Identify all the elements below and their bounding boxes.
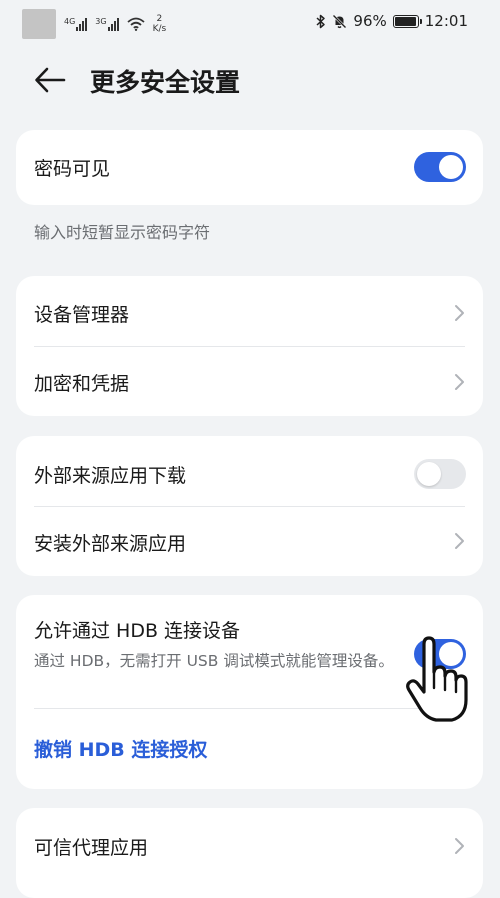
external-download-label: 外部来源应用下载 [34, 465, 187, 487]
revoke-hdb-link[interactable]: 撤销 HDB 连接授权 [34, 735, 207, 762]
back-arrow-icon[interactable] [33, 65, 67, 95]
chevron-right-icon [455, 305, 464, 321]
trusted-agents-row[interactable]: 可信代理应用 [16, 808, 483, 882]
device-manager-row[interactable]: 设备管理器 [16, 276, 483, 346]
chevron-right-icon [455, 838, 464, 854]
password-visible-caption: 输入时短暂显示密码字符 [34, 223, 211, 242]
hdb-allow-label: 允许通过 HDB 连接设备 [34, 620, 241, 642]
device-manager-label: 设备管理器 [34, 304, 130, 326]
bluetooth-icon [316, 14, 326, 28]
blurred-notification-icon [22, 9, 56, 39]
external-download-row[interactable]: 外部来源应用下载 [16, 436, 483, 506]
external-download-toggle[interactable] [414, 459, 466, 489]
sim2-network-label: 3G [95, 17, 107, 26]
chevron-right-icon [455, 374, 464, 390]
sim1-signal-icon: 4G [64, 17, 88, 31]
divider [34, 708, 465, 709]
chevron-right-icon [455, 533, 464, 549]
mute-bell-icon [333, 14, 347, 28]
device-admin-card: 设备管理器 加密和凭据 [16, 276, 483, 416]
external-sources-card: 外部来源应用下载 安装外部来源应用 [16, 436, 483, 576]
hdb-card: 允许通过 HDB 连接设备 通过 HDB，无需打开 USB 调试模式就能管理设备… [16, 595, 483, 789]
trusted-agents-card: 可信代理应用 [16, 808, 483, 898]
network-speed-unit: K/s [152, 24, 167, 34]
encryption-credentials-row[interactable]: 加密和凭据 [16, 347, 483, 416]
sim2-signal-icon: 3G [95, 17, 119, 31]
encryption-credentials-label: 加密和凭据 [34, 373, 130, 395]
hdb-allow-toggle[interactable] [414, 639, 466, 669]
password-visible-row[interactable]: 密码可见 [16, 130, 483, 205]
battery-percent: 96% [353, 12, 387, 30]
hdb-allow-row[interactable]: 允许通过 HDB 连接设备 通过 HDB，无需打开 USB 调试模式就能管理设备… [16, 595, 483, 708]
page-title: 更多安全设置 [90, 68, 241, 97]
network-speed: 2 K/s [153, 14, 167, 34]
app-header: 更多安全设置 [0, 55, 500, 105]
toggle-knob [417, 462, 441, 486]
battery-icon [392, 14, 422, 28]
sim1-network-label: 4G [64, 17, 76, 26]
network-speed-value: 2 [156, 14, 163, 24]
install-external-label: 安装外部来源应用 [34, 533, 187, 555]
trusted-agents-label: 可信代理应用 [34, 837, 149, 859]
password-visibility-card: 密码可见 [16, 130, 483, 205]
wifi-icon [127, 17, 145, 31]
toggle-knob [439, 155, 463, 179]
toggle-knob [439, 642, 463, 666]
password-visible-toggle[interactable] [414, 152, 466, 182]
install-external-row[interactable]: 安装外部来源应用 [16, 507, 483, 576]
password-visible-label: 密码可见 [34, 158, 111, 180]
status-bar: 4G 3G 2 K/s 96% 12:01 [0, 0, 500, 50]
hdb-allow-description: 通过 HDB，无需打开 USB 调试模式就能管理设备。 [34, 652, 394, 670]
clock: 12:01 [424, 12, 468, 30]
